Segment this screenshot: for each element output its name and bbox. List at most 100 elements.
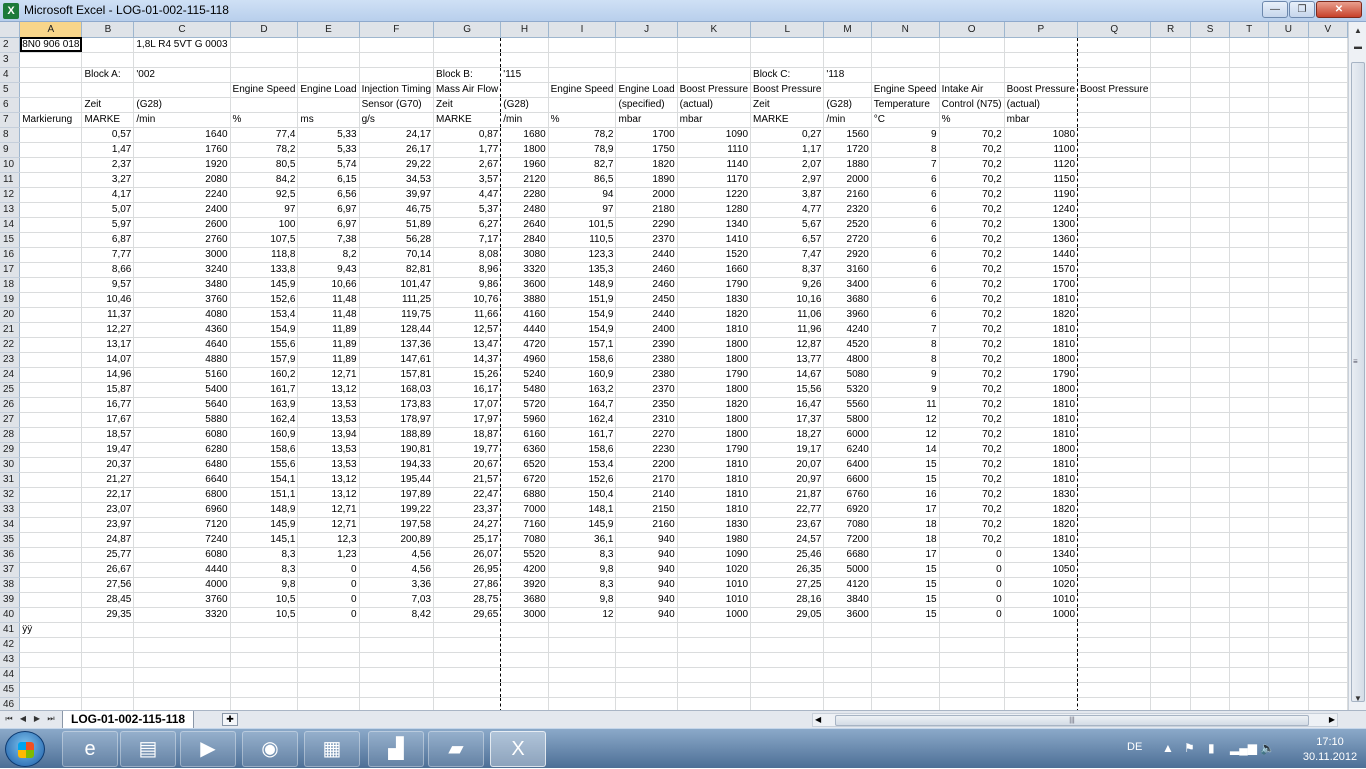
cell-l19[interactable]: 10,16: [750, 292, 825, 308]
cell-p2[interactable]: [1004, 37, 1079, 53]
cell-m5[interactable]: [823, 82, 872, 98]
cell-i13[interactable]: 97: [548, 202, 617, 218]
cell-c36[interactable]: 6080: [133, 547, 231, 563]
cell-r9[interactable]: [1150, 142, 1191, 158]
cell-s14[interactable]: [1190, 217, 1231, 233]
cell-l26[interactable]: 16,47: [750, 397, 825, 413]
cell-c22[interactable]: 4640: [133, 337, 231, 353]
cell-o8[interactable]: 70,2: [939, 127, 1005, 143]
cell-o23[interactable]: 70,2: [939, 352, 1005, 368]
cell-v11[interactable]: [1308, 172, 1348, 188]
cell-k8[interactable]: 1090: [677, 127, 752, 143]
cell-j40[interactable]: 940: [615, 607, 678, 623]
cell-m4[interactable]: '118: [823, 67, 872, 83]
cell-b23[interactable]: 14,07: [81, 352, 135, 368]
cell-c11[interactable]: 2080: [133, 172, 231, 188]
cell-e26[interactable]: 13,53: [297, 397, 360, 413]
cell-m17[interactable]: 3160: [823, 262, 872, 278]
cell-g34[interactable]: 24,27: [433, 517, 502, 533]
cell-t11[interactable]: [1229, 172, 1270, 188]
cell-e8[interactable]: 5,33: [297, 127, 360, 143]
cell-p14[interactable]: 1300: [1004, 217, 1079, 233]
cell-u19[interactable]: [1268, 292, 1309, 308]
cell-c39[interactable]: 3760: [133, 592, 231, 608]
cell-h23[interactable]: 4960: [500, 352, 549, 368]
cell-t25[interactable]: [1229, 382, 1270, 398]
cell-r19[interactable]: [1150, 292, 1191, 308]
cell-u4[interactable]: [1268, 67, 1309, 83]
cell-f41[interactable]: [359, 622, 435, 638]
cell-f15[interactable]: 56,28: [359, 232, 435, 248]
cell-g43[interactable]: [433, 652, 502, 668]
cell-h46[interactable]: [500, 697, 549, 710]
cell-r22[interactable]: [1150, 337, 1191, 353]
battery-icon[interactable]: ▮: [1208, 741, 1215, 755]
cell-j25[interactable]: 2370: [615, 382, 678, 398]
cell-e16[interactable]: 8,2: [297, 247, 360, 263]
cell-v31[interactable]: [1308, 472, 1348, 488]
cell-e6[interactable]: [297, 97, 360, 113]
cell-a34[interactable]: [19, 517, 83, 533]
row-header[interactable]: 29: [0, 442, 21, 458]
cell-g45[interactable]: [433, 682, 502, 698]
cell-o11[interactable]: 70,2: [939, 172, 1005, 188]
cell-q20[interactable]: [1077, 307, 1152, 323]
cell-s34[interactable]: [1190, 517, 1231, 533]
cell-d38[interactable]: 9,8: [230, 577, 299, 593]
cell-r45[interactable]: [1150, 682, 1191, 698]
cell-s29[interactable]: [1190, 442, 1231, 458]
cell-o7[interactable]: %: [939, 112, 1005, 128]
cell-u24[interactable]: [1268, 367, 1309, 383]
cell-i40[interactable]: 12: [548, 607, 617, 623]
cell-d33[interactable]: 148,9: [230, 502, 299, 518]
cell-l28[interactable]: 18,27: [750, 427, 825, 443]
cell-h14[interactable]: 2640: [500, 217, 549, 233]
cell-v28[interactable]: [1308, 427, 1348, 443]
cell-r21[interactable]: [1150, 322, 1191, 338]
cell-p8[interactable]: 1080: [1004, 127, 1079, 143]
cell-l33[interactable]: 22,77: [750, 502, 825, 518]
cell-e45[interactable]: [297, 682, 360, 698]
cell-u41[interactable]: [1268, 622, 1309, 638]
cell-g10[interactable]: 2,67: [433, 157, 502, 173]
cell-o38[interactable]: 0: [939, 577, 1005, 593]
cell-t31[interactable]: [1229, 472, 1270, 488]
cell-t44[interactable]: [1229, 667, 1270, 683]
cell-p46[interactable]: [1004, 697, 1079, 710]
cell-g30[interactable]: 20,67: [433, 457, 502, 473]
cell-m15[interactable]: 2720: [823, 232, 872, 248]
cell-v9[interactable]: [1308, 142, 1348, 158]
cell-q42[interactable]: [1077, 637, 1152, 653]
cell-m36[interactable]: 6680: [823, 547, 872, 563]
cell-h22[interactable]: 4720: [500, 337, 549, 353]
cell-g20[interactable]: 11,66: [433, 307, 502, 323]
cell-e22[interactable]: 11,89: [297, 337, 360, 353]
cell-u35[interactable]: [1268, 532, 1309, 548]
cell-f43[interactable]: [359, 652, 435, 668]
cell-g22[interactable]: 13,47: [433, 337, 502, 353]
cell-g33[interactable]: 23,37: [433, 502, 502, 518]
cell-m23[interactable]: 4800: [823, 352, 872, 368]
cell-g6[interactable]: Zeit: [433, 97, 502, 113]
column-header-c[interactable]: C: [133, 22, 231, 38]
cell-v16[interactable]: [1308, 247, 1348, 263]
row-header[interactable]: 20: [0, 307, 21, 323]
cell-e39[interactable]: 0: [297, 592, 360, 608]
clock-time[interactable]: 17:10: [1300, 736, 1360, 748]
cell-v5[interactable]: [1308, 82, 1348, 98]
maximize-button[interactable]: ❐: [1289, 1, 1315, 18]
cell-v44[interactable]: [1308, 667, 1348, 683]
cell-j37[interactable]: 940: [615, 562, 678, 578]
row-header[interactable]: 33: [0, 502, 21, 518]
cell-c20[interactable]: 4080: [133, 307, 231, 323]
cell-a33[interactable]: [19, 502, 83, 518]
cell-p20[interactable]: 1820: [1004, 307, 1079, 323]
cell-j11[interactable]: 1890: [615, 172, 678, 188]
cell-c26[interactable]: 5640: [133, 397, 231, 413]
cell-c4[interactable]: '002: [133, 67, 231, 83]
cell-k16[interactable]: 1520: [677, 247, 752, 263]
cell-t39[interactable]: [1229, 592, 1270, 608]
cell-i27[interactable]: 162,4: [548, 412, 617, 428]
cell-v10[interactable]: [1308, 157, 1348, 173]
cell-o25[interactable]: 70,2: [939, 382, 1005, 398]
